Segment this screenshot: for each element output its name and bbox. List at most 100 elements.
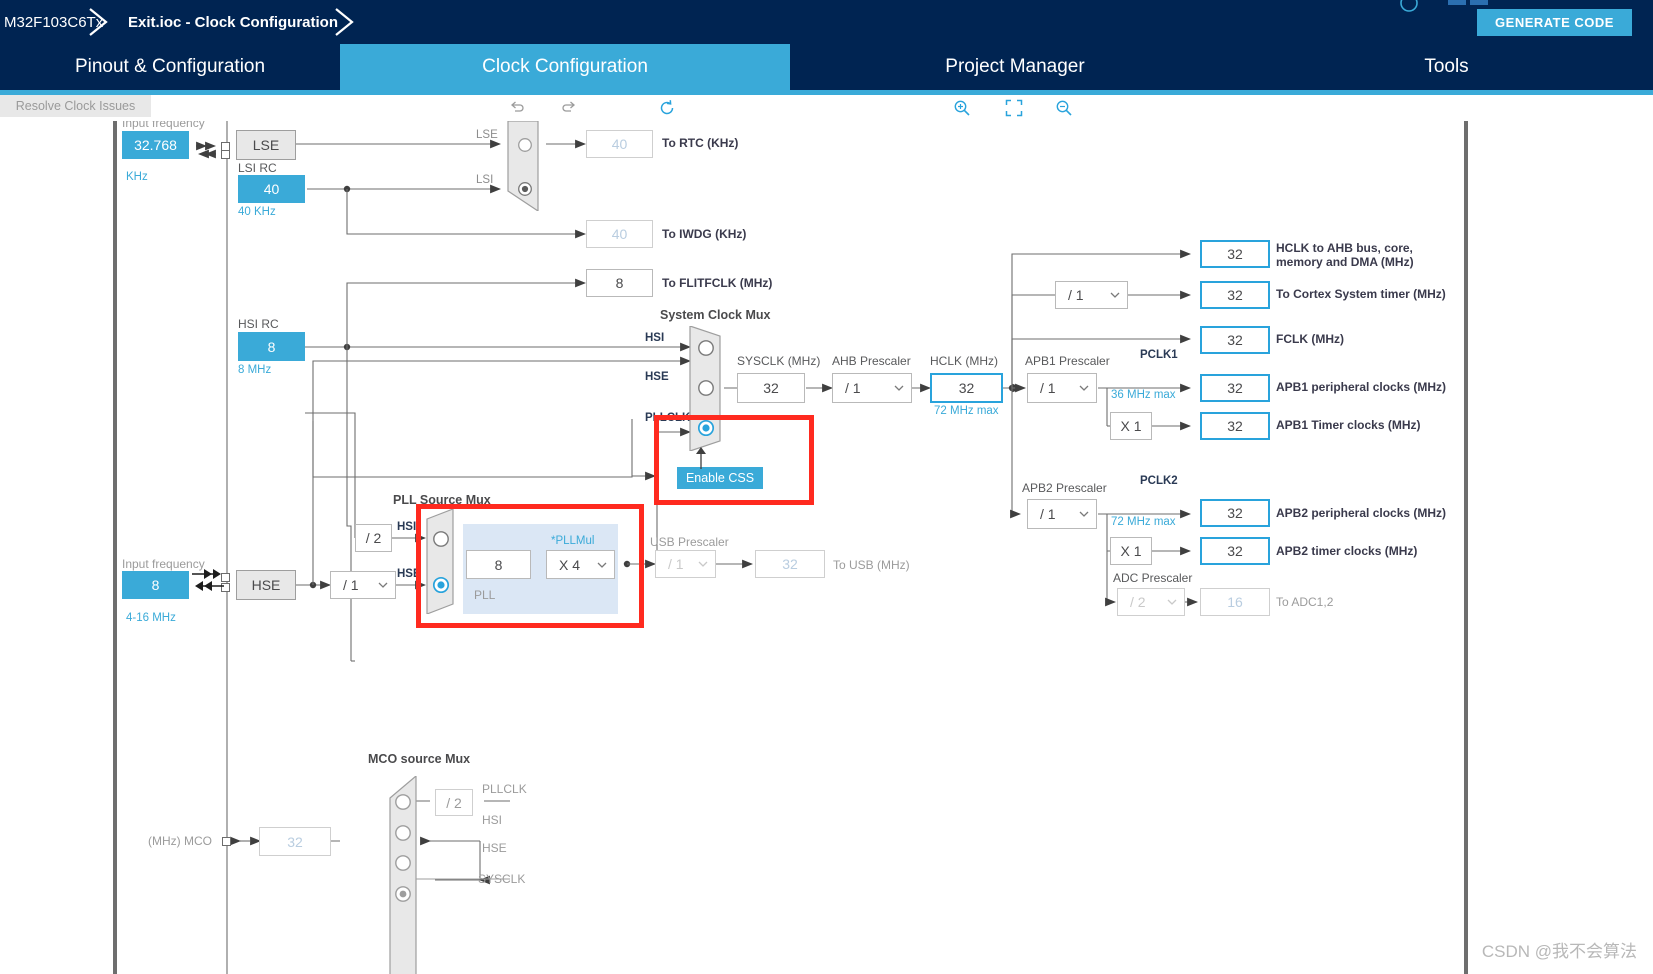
adc-prescaler-select[interactable]: / 2 (1117, 588, 1185, 616)
tab-tools[interactable]: Tools (1240, 44, 1653, 90)
fclk-output-value[interactable]: 32 (1200, 326, 1270, 354)
to-usb-value[interactable]: 32 (755, 550, 825, 578)
system-clock-mux[interactable] (688, 326, 732, 451)
hsi-rc-value[interactable]: 8 (238, 332, 305, 361)
apb1-prescaler-value: / 1 (1040, 380, 1056, 396)
to-usb-label: To USB (MHz) (833, 558, 910, 572)
mco-input-pllclk-label: PLLCLK (482, 782, 527, 796)
title-bar: M32F103C6Tx Exit.ioc - Clock Configurati… (0, 0, 1653, 44)
apb2-prescaler-title: APB2 Prescaler (1022, 481, 1107, 495)
rtc-clock-mux[interactable] (506, 121, 550, 211)
zoom-in-icon[interactable] (950, 95, 974, 121)
apb2-prescaler-select[interactable]: / 1 (1027, 499, 1097, 529)
mco-output-label: (MHz) MCO (148, 834, 212, 848)
cortex-timer-output-value[interactable]: 32 (1200, 281, 1270, 309)
canvas-left-rail (113, 121, 117, 974)
rtc-mux-input-lse-label: LSE (476, 129, 498, 141)
chevron-down-icon (378, 580, 388, 589)
apb1-timer-multiplier: X 1 (1110, 412, 1152, 440)
hclk-value[interactable]: 32 (930, 373, 1003, 403)
apb2-max-label: 72 MHz max (1111, 516, 1176, 528)
usb-prescaler-select[interactable]: / 1 (655, 550, 716, 578)
undo-icon[interactable] (505, 95, 529, 121)
apb1-prescaler-select[interactable]: / 1 (1027, 373, 1097, 403)
hse-range-label: 4-16 MHz (126, 612, 176, 624)
to-iwdg-value[interactable]: 40 (586, 220, 653, 248)
pllmul-title: *PLLMul (551, 535, 595, 547)
lse-input-frequency-value[interactable]: 32.768 (122, 131, 189, 159)
mco-source-mux-title: MCO source Mux (368, 752, 471, 766)
breadcrumb-chevron-icon-2 (326, 3, 364, 41)
clock-toolbar: Resolve Clock Issues (0, 95, 1653, 121)
hse-input-frequency-value[interactable]: 8 (122, 571, 189, 599)
resolve-clock-issues-button[interactable]: Resolve Clock Issues (0, 95, 151, 117)
to-iwdg-label: To IWDG (KHz) (662, 227, 747, 241)
pll-hse-divider-select[interactable]: / 1 (330, 571, 396, 599)
generate-code-button[interactable]: GENERATE CODE (1477, 9, 1632, 36)
hse-oscillator[interactable]: HSE (236, 570, 296, 600)
apb2-peripheral-output-label: APB2 peripheral clocks (MHz) (1276, 506, 1447, 520)
to-rtc-value[interactable]: 40 (586, 130, 653, 158)
tab-clock-configuration[interactable]: Clock Configuration (340, 44, 790, 90)
mco-output-value[interactable]: 32 (259, 827, 331, 856)
apb1-peripheral-output-value[interactable]: 32 (1200, 374, 1270, 402)
usb-prescaler-title: USB Prescaler (650, 535, 729, 549)
pllmul-value: X 4 (559, 556, 581, 573)
pll-group-label: PLL (474, 588, 496, 602)
mco-pin (222, 837, 231, 846)
enable-css-button[interactable]: Enable CSS (677, 467, 763, 489)
help-icon[interactable] (1398, 0, 1420, 19)
refresh-icon[interactable] (655, 95, 679, 121)
watermark: CSDN @我不会算法 (1481, 942, 1637, 961)
clock-tree-canvas[interactable]: Input frequency 32.768 KHz LSE LSI RC 40… (0, 121, 1653, 974)
lsi-rc-sub: 40 KHz (238, 206, 276, 218)
breadcrumb-file[interactable]: Exit.ioc - Clock Configuration (128, 0, 338, 44)
breadcrumb-chevron-icon (80, 3, 118, 41)
adc-prescaler-title: ADC Prescaler (1113, 571, 1193, 585)
lse-input-frequency-label: Input frequency (122, 121, 205, 130)
apb1-timer-output-value[interactable]: 32 (1200, 412, 1270, 440)
adc-prescaler-value: / 2 (1130, 594, 1146, 610)
tab-project-manager[interactable]: Project Manager (790, 44, 1240, 90)
main-tabs: Pinout & Configuration Clock Configurati… (0, 44, 1653, 90)
ahb-prescaler-select[interactable]: / 1 (832, 373, 912, 403)
ahb-prescaler-title: AHB Prescaler (832, 354, 911, 368)
css-arrow-icon (696, 447, 706, 469)
lsi-rc-value[interactable]: 40 (238, 175, 305, 203)
chevron-down-icon (1079, 383, 1089, 392)
hclk-ahb-output-value[interactable]: 32 (1200, 240, 1270, 268)
zoom-fit-icon[interactable] (1002, 95, 1026, 121)
apb2-peripheral-output-value[interactable]: 32 (1200, 499, 1270, 527)
pll-input-value[interactable]: 8 (466, 550, 531, 579)
sysclk-title: SYSCLK (MHz) (737, 354, 821, 368)
to-adc-label: To ADC1,2 (1276, 595, 1334, 609)
sysclk-value[interactable]: 32 (737, 373, 805, 403)
cortex-timer-output-label: To Cortex System timer (MHz) (1276, 287, 1446, 301)
lsi-rc-title: LSI RC (238, 161, 277, 175)
apb1-max-label: 36 MHz max (1111, 389, 1176, 401)
hsi-rc-sub: 8 MHz (238, 364, 272, 376)
apb2-timer-multiplier: X 1 (1110, 537, 1152, 565)
mco-input-hsi-label: HSI (482, 813, 503, 827)
redo-icon[interactable] (556, 95, 580, 121)
zoom-out-icon[interactable] (1052, 95, 1076, 121)
pll-source-mux[interactable] (425, 509, 465, 614)
fclk-output-label: FCLK (MHz) (1276, 332, 1344, 346)
cortex-prescaler-select[interactable]: / 1 (1055, 281, 1128, 309)
pllmul-select[interactable]: X 4 (546, 550, 615, 579)
hse-input-arrow-icon (192, 569, 221, 579)
apb1-timer-output-label: APB1 Timer clocks (MHz) (1276, 418, 1421, 432)
chevron-down-icon (894, 383, 904, 392)
to-flitfclk-value[interactable]: 8 (586, 269, 653, 297)
to-adc-value[interactable]: 16 (1200, 588, 1270, 616)
rtc-mux-input-lsi-label: LSI (476, 174, 494, 186)
pll-hsi-divider-value: / 2 (365, 530, 382, 546)
tab-pinout-configuration[interactable]: Pinout & Configuration (0, 44, 340, 90)
lse-pin-out (221, 150, 230, 159)
lse-oscillator[interactable]: LSE (236, 130, 296, 160)
apb2-timer-output-value[interactable]: 32 (1200, 537, 1270, 565)
mco-pll-divider-value: / 2 (446, 794, 462, 811)
mco-source-mux[interactable] (386, 776, 426, 974)
hclk-ahb-output-label: HCLK to AHB bus, core, memory and DMA (M… (1276, 241, 1414, 269)
pll-hse-divider-value: / 1 (343, 577, 359, 593)
